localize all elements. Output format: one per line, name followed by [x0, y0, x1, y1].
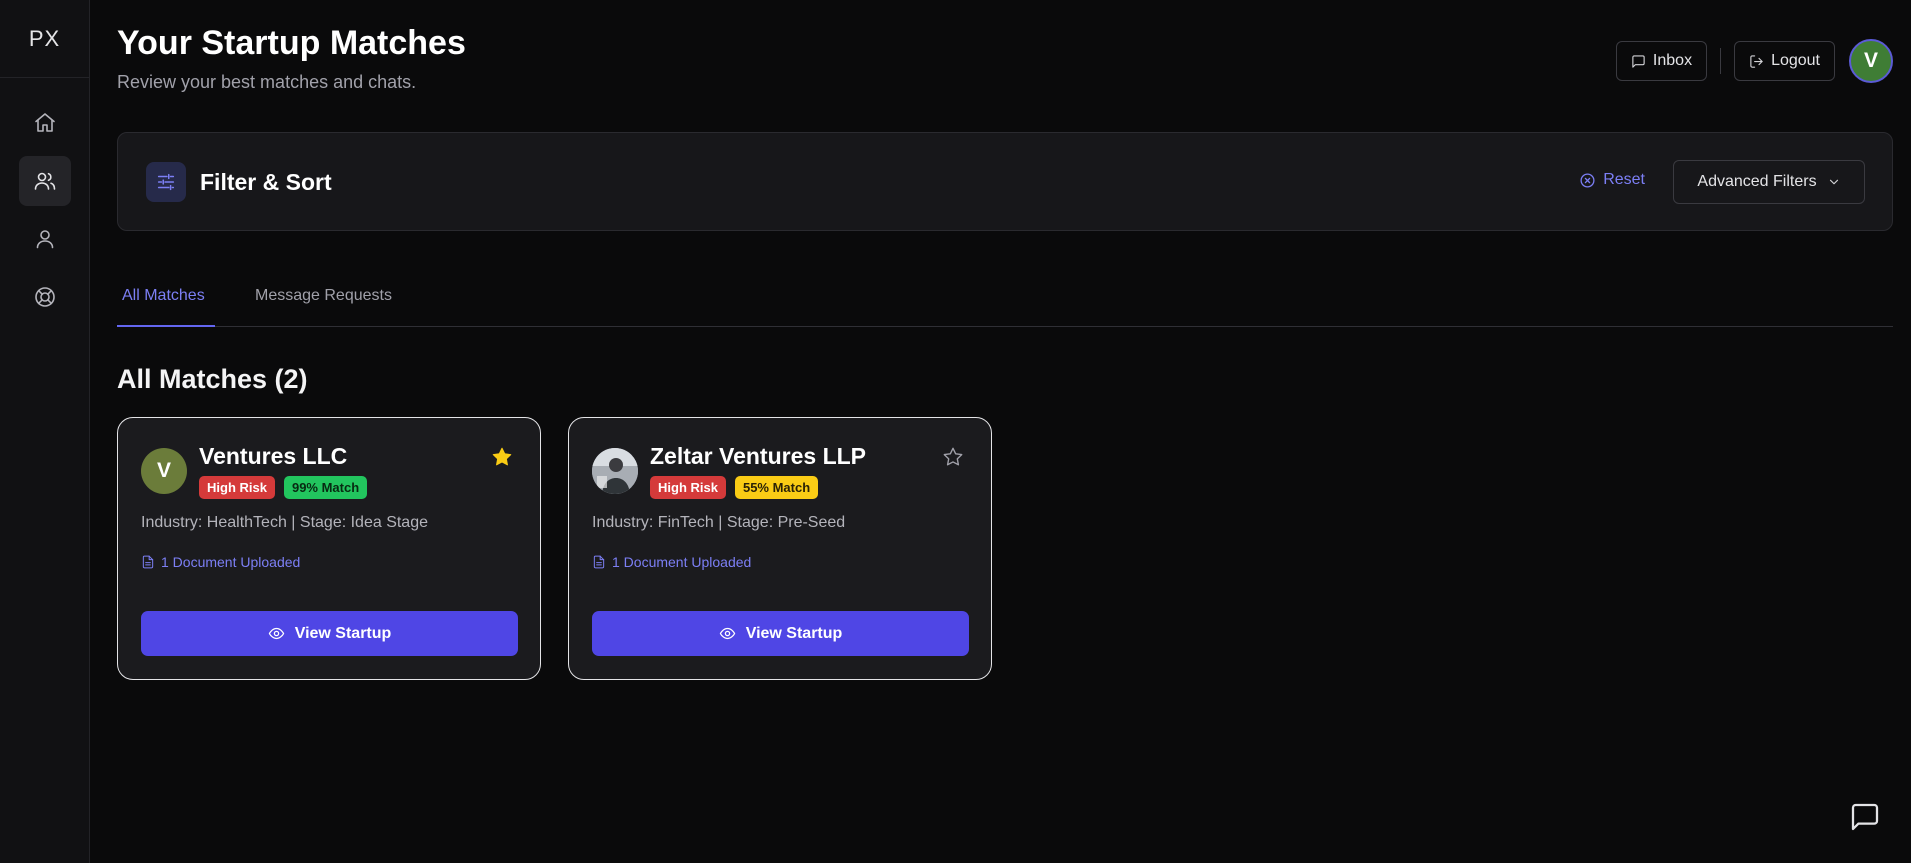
file-icon	[142, 555, 154, 569]
logout-button[interactable]: Logout	[1734, 41, 1835, 81]
users-icon	[34, 172, 55, 190]
view-startup-button[interactable]: View Startup	[592, 611, 969, 656]
file-icon	[593, 555, 605, 569]
inbox-label: Inbox	[1652, 52, 1693, 69]
match-badge: 99% Match	[283, 476, 368, 499]
page-title: Your Startup Matches	[117, 24, 466, 62]
section-title: All Matches (2)	[117, 364, 308, 394]
advanced-filters-label: Advanced Filters	[1697, 173, 1817, 190]
header-actions: Inbox Logout V	[1615, 39, 1893, 83]
home-icon	[34, 113, 55, 132]
star-outline-icon[interactable]	[942, 446, 964, 468]
sidebar-nav	[0, 78, 89, 322]
view-startup-label: View Startup	[745, 624, 843, 642]
match-card: V Ventures LLC High Risk 99% Match Indus…	[117, 417, 541, 680]
startup-avatar-photo	[592, 448, 638, 494]
user-avatar[interactable]: V	[1849, 39, 1893, 83]
chat-icon	[1851, 803, 1879, 831]
user-icon	[36, 230, 53, 249]
documents-label: 1 Document Uploaded	[161, 554, 301, 570]
match-card: Zeltar Ventures LLP High Risk 55% Match …	[568, 417, 992, 680]
documents-link[interactable]: 1 Document Uploaded	[141, 554, 300, 570]
lifebuoy-icon	[34, 287, 55, 307]
filter-panel: Filter & Sort Reset Advanced Filters	[117, 132, 1893, 231]
startup-details: Industry: FinTech | Stage: Pre-Seed	[592, 514, 846, 531]
main-content: Your Startup Matches Review your best ma…	[117, 0, 1893, 863]
documents-label: 1 Document Uploaded	[612, 554, 752, 570]
inbox-button[interactable]: Inbox	[1615, 41, 1708, 81]
filter-title: Filter & Sort	[200, 169, 332, 195]
tabs: All Matches Message Requests	[117, 268, 1893, 327]
startup-avatar: V	[141, 448, 187, 494]
person-photo-icon	[592, 448, 638, 494]
filter-icon-box	[146, 162, 186, 202]
page-subtitle: Review your best matches and chats.	[117, 72, 417, 92]
risk-badge: High Risk	[650, 476, 726, 499]
badges: High Risk 99% Match	[199, 476, 368, 499]
documents-link[interactable]: 1 Document Uploaded	[592, 554, 751, 570]
sidebar-item-support[interactable]	[19, 272, 71, 322]
logout-icon	[1750, 54, 1763, 68]
startup-details: Industry: HealthTech | Stage: Idea Stage	[141, 514, 428, 531]
sliders-icon	[157, 173, 175, 191]
tab-all-matches[interactable]: All Matches	[122, 287, 205, 305]
eye-icon	[268, 627, 284, 640]
header-divider	[1720, 48, 1722, 74]
view-startup-label: View Startup	[294, 624, 392, 642]
star-icon[interactable]	[491, 446, 513, 468]
badges: High Risk 55% Match	[650, 476, 819, 499]
sidebar-item-matches[interactable]	[18, 156, 71, 206]
startup-name: Ventures LLC	[199, 443, 348, 469]
reset-label: Reset	[1603, 171, 1645, 188]
sidebar-item-profile[interactable]	[19, 214, 71, 264]
chevron-down-icon	[1829, 179, 1838, 185]
startup-name: Zeltar Ventures LLP	[650, 443, 867, 469]
eye-icon	[719, 627, 735, 640]
sidebar-item-home[interactable]	[19, 98, 71, 148]
message-square-icon	[1632, 54, 1645, 68]
chat-button[interactable]	[1849, 801, 1881, 833]
x-circle-icon	[1580, 172, 1595, 188]
match-badge: 55% Match	[734, 476, 819, 499]
risk-badge: High Risk	[199, 476, 275, 499]
tab-message-requests[interactable]: Message Requests	[255, 287, 392, 305]
view-startup-button[interactable]: View Startup	[141, 611, 518, 656]
advanced-filters-button[interactable]: Advanced Filters	[1673, 160, 1865, 204]
logout-label: Logout	[1771, 52, 1820, 69]
reset-button[interactable]: Reset	[1579, 171, 1645, 189]
sidebar: PX	[0, 0, 90, 863]
app-logo[interactable]: PX	[0, 0, 89, 78]
active-tab-indicator	[117, 325, 215, 327]
